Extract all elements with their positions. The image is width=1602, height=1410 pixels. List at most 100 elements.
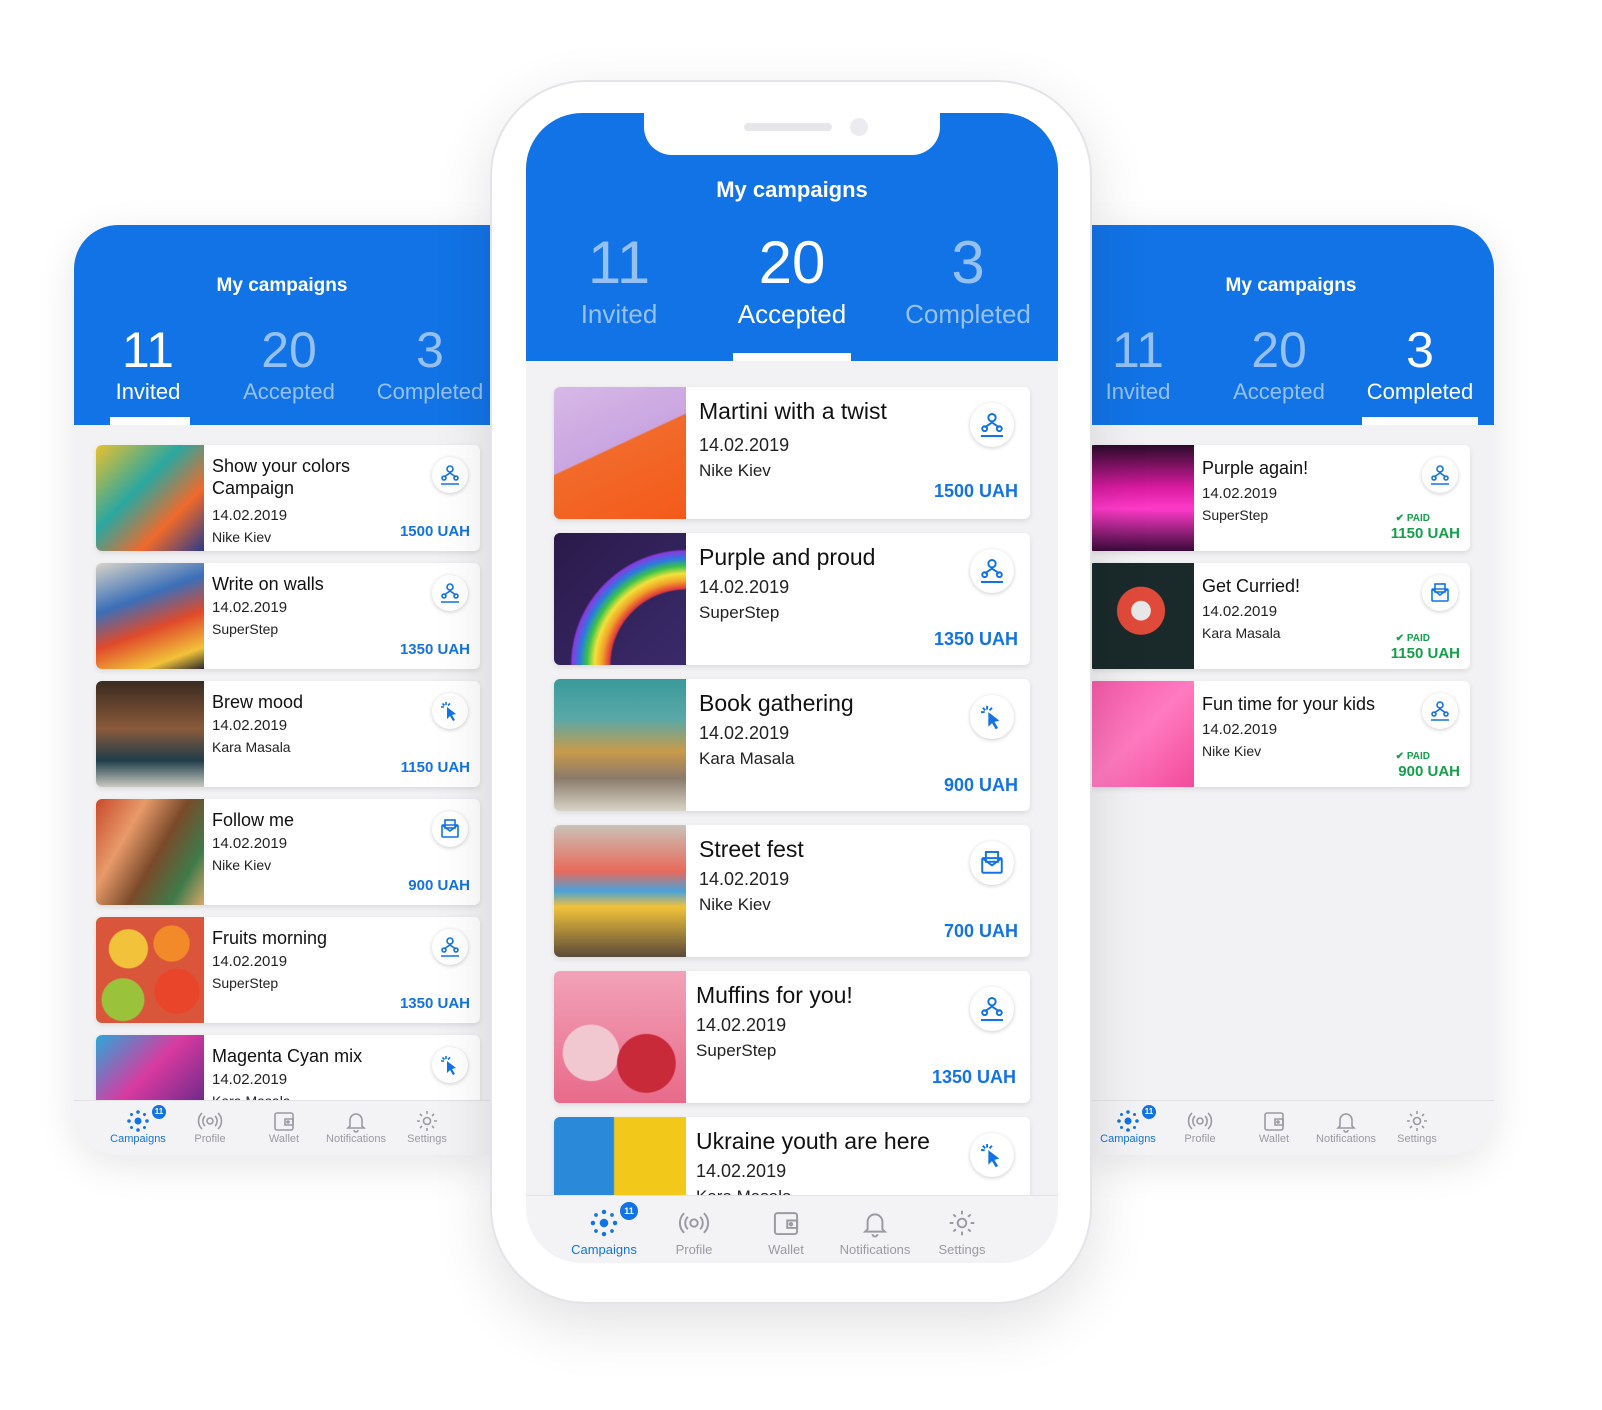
campaign-thumbnail [96,563,204,669]
tab-accepted[interactable]: 20 Accepted [1224,325,1334,403]
tab-accepted[interactable]: 20 Accepted [234,325,344,403]
invited-count: 11 [1112,322,1164,378]
tab-invited[interactable]: 11 Invited [98,325,198,403]
tab-profile[interactable]: Profile [174,1109,246,1145]
tab-wallet[interactable]: Wallet [748,1208,824,1257]
tab-notifications[interactable]: Notifications [318,1109,394,1145]
tab-label: Settings [1397,1133,1437,1145]
campaign-date: 14.02.2019 [699,435,790,455]
notification-badge: 11 [150,1103,168,1121]
right-phone-screen: My campaigns 11 Invited 20 Accepted 3 Co… [1088,225,1494,1155]
mail-icon[interactable] [432,811,468,847]
campaign-brand: Nike Kiev [699,895,771,914]
tab-campaigns[interactable]: Campaigns 11 [94,1103,182,1145]
tab-notifications[interactable]: Notifications [830,1208,920,1257]
front-camera [850,118,868,136]
campaign-card[interactable]: Martini with a twist 14.02.2019 Nike Kie… [554,387,1030,519]
campaign-title: Fruits morning [212,928,328,948]
paid-status-badge: ✔ PAID [1396,513,1430,524]
campaign-price: 1150 UAH [1390,525,1460,542]
people-icon[interactable] [432,575,468,611]
campaign-card[interactable]: Magenta Cyan mix 14.02.2019 Kara Masala [96,1035,480,1105]
tab-settings[interactable]: Settings [924,1208,1000,1257]
tab-label: Profile [675,1242,713,1257]
people-icon[interactable] [1422,693,1458,729]
tab-wallet[interactable]: Wallet [1238,1109,1310,1145]
people-icon[interactable] [970,403,1014,447]
center-phone-screen: My campaigns 11 Invited 20 Accepted 3 Co… [526,113,1058,1263]
tab-completed[interactable]: 3 Completed [1360,325,1480,403]
speaker-grille [744,123,832,131]
cursor-click-icon[interactable] [970,1133,1014,1177]
active-tab-indicator [1362,417,1478,425]
tab-invited[interactable]: 11 Invited [1088,325,1188,403]
cursor-click-icon[interactable] [970,695,1014,739]
campaign-date: 14.02.2019 [699,723,790,743]
campaign-card[interactable]: Show your colors Campaign 14.02.2019 Nik… [96,445,480,551]
campaign-brand: SuperStep [1202,507,1269,523]
people-icon[interactable] [970,549,1014,593]
campaign-title: Fun time for your kids [1202,694,1376,714]
campaign-card[interactable]: Follow me 14.02.2019 Nike Kiev 900 UAH [96,799,480,905]
tab-accepted[interactable]: 20 Accepted [724,233,860,328]
campaigns-header: My campaigns 11 Invited 20 Accepted 3 Co… [74,225,490,425]
invited-label: Invited [115,379,181,404]
tab-profile[interactable]: Profile [1164,1109,1236,1145]
tab-wallet[interactable]: Wallet [248,1109,320,1145]
campaign-price: 1350 UAH [931,1067,1016,1087]
check-circle-icon: ✔ [1395,513,1405,524]
campaign-card[interactable]: Brew mood 14.02.2019 Kara Masala 1150 UA… [96,681,480,787]
people-icon[interactable] [432,929,468,965]
tab-campaigns[interactable]: Campaigns 11 [1088,1103,1168,1145]
tab-campaigns[interactable]: Campaigns 11 [556,1200,652,1257]
accepted-count: 20 [261,322,317,378]
campaign-card[interactable]: Purple and proud 14.02.2019 SuperStep 13… [554,533,1030,665]
campaign-card[interactable]: Fruits morning 14.02.2019 SuperStep 1350… [96,917,480,1023]
campaign-price: 900 UAH [943,775,1018,795]
active-tab-indicator [110,417,190,425]
tab-notifications[interactable]: Notifications [1308,1109,1384,1145]
campaigns-icon [127,1110,149,1132]
campaign-card[interactable]: Purple again! 14.02.2019 SuperStep ✔ PAI… [1088,445,1470,551]
campaign-date: 14.02.2019 [1202,485,1278,502]
people-icon[interactable] [970,987,1014,1031]
campaign-card[interactable]: Muffins for you! 14.02.2019 SuperStep 13… [554,971,1030,1103]
campaign-price: 1150 UAH [1390,645,1460,662]
tab-label: Campaigns [571,1242,637,1257]
people-icon[interactable] [432,457,468,493]
campaign-brand: Nike Kiev [1202,743,1262,759]
invited-label: Invited [580,299,658,329]
tab-completed[interactable]: 3 Completed [898,233,1038,328]
tab-label: Profile [194,1133,226,1145]
campaign-card[interactable]: Book gathering 14.02.2019 Kara Masala 90… [554,679,1030,811]
campaign-price: 1500 UAH [933,481,1018,501]
mail-icon[interactable] [1422,575,1458,611]
bell-icon [862,1213,888,1238]
campaign-card[interactable]: Fun time for your kids 14.02.2019 Nike K… [1088,681,1470,787]
campaign-card[interactable]: Get Curried! 14.02.2019 Kara Masala ✔ PA… [1088,563,1470,669]
tab-label: Settings [938,1242,986,1257]
broadcast-icon [678,1212,710,1234]
campaign-card[interactable]: Write on walls 14.02.2019 SuperStep 1350… [96,563,480,669]
broadcast-icon [197,1112,223,1130]
campaign-title: Martini with a twist [699,398,887,424]
check-circle-icon: ✔ [1395,751,1405,762]
campaign-price: 900 UAH [408,877,470,894]
completed-label: Completed [376,379,484,404]
tab-settings[interactable]: Settings [1382,1109,1452,1145]
tab-settings[interactable]: Settings [392,1109,462,1145]
campaign-title: Street fest [699,836,804,862]
tab-completed[interactable]: 3 Completed [374,325,486,403]
cursor-click-icon[interactable] [432,1047,468,1083]
people-icon[interactable] [1422,457,1458,493]
cursor-click-icon[interactable] [432,693,468,729]
tab-invited[interactable]: 11 Invited [556,233,682,329]
campaign-title: Show your colors Campaign [212,456,351,498]
campaign-date: 14.02.2019 [696,1015,787,1035]
campaign-card[interactable]: Street fest 14.02.2019 Nike Kiev 700 UAH [554,825,1030,957]
mail-icon[interactable] [970,841,1014,885]
campaign-date: 14.02.2019 [212,1071,288,1088]
tab-profile[interactable]: Profile [656,1208,732,1257]
paid-label: PAID [1406,513,1430,524]
campaign-thumbnail [554,679,686,811]
